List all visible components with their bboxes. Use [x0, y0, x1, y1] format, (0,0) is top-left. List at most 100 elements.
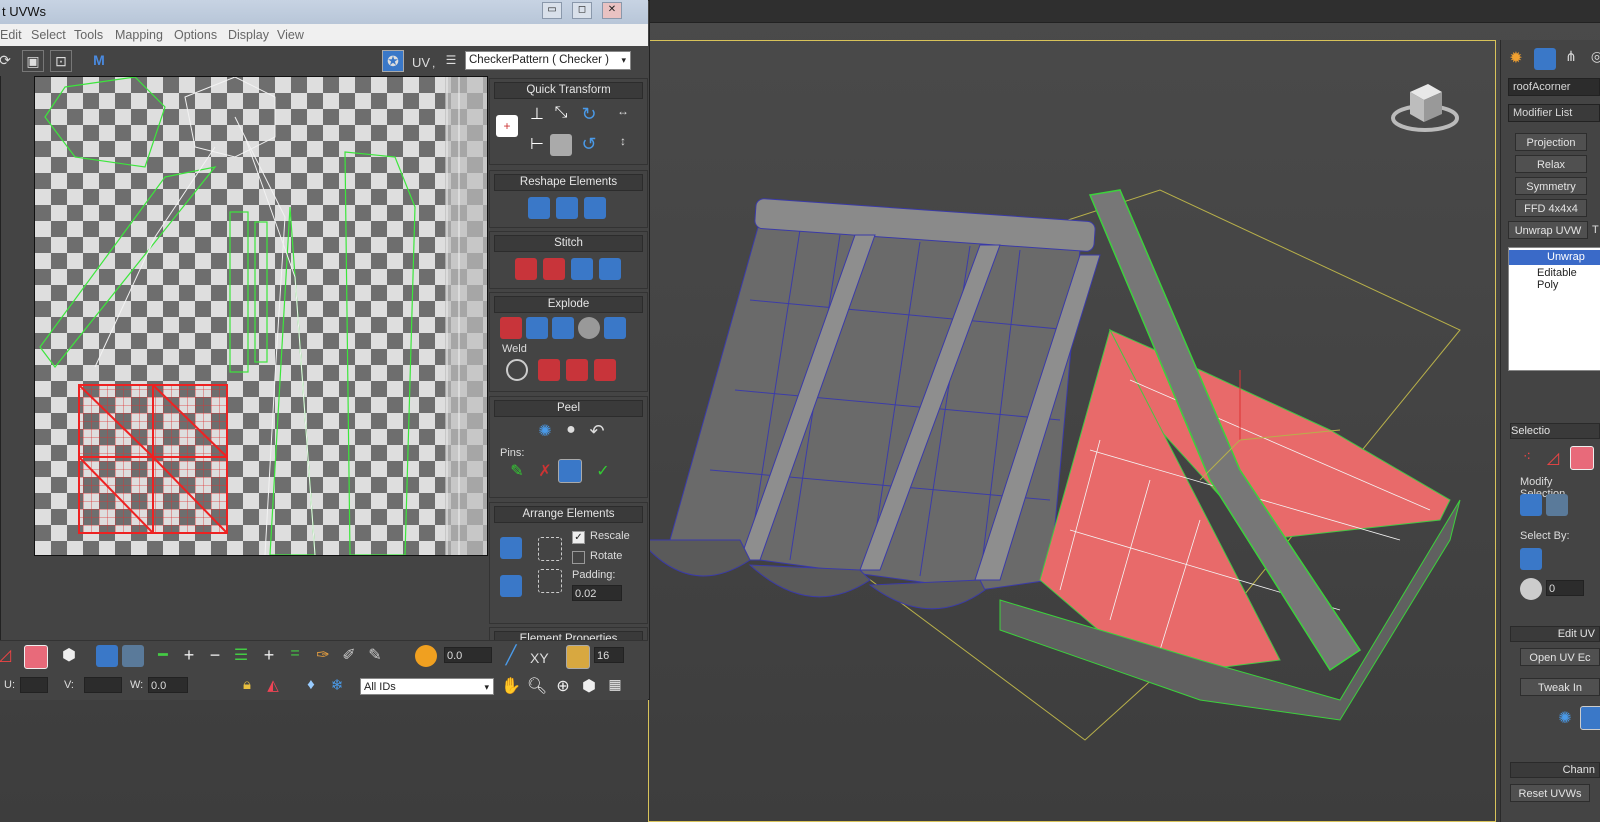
- rotate-ccw-icon[interactable]: ↻: [578, 104, 600, 126]
- create-tab-icon[interactable]: ✹: [1505, 48, 1527, 70]
- menu-select[interactable]: Select: [31, 28, 66, 42]
- quick-peel-icon[interactable]: ✺: [534, 421, 556, 443]
- pin-icon[interactable]: ✎: [506, 461, 528, 483]
- hierarchy-tab-icon[interactable]: ⋔: [1560, 48, 1582, 70]
- menu-display[interactable]: Display: [228, 28, 269, 42]
- hide-icon[interactable]: ◭: [262, 676, 284, 698]
- reset-uvws-button[interactable]: Reset UVWs: [1510, 784, 1590, 802]
- modifier-stack[interactable]: Unwrap UV Editable Poly: [1508, 247, 1600, 371]
- select-by-spinner[interactable]: 0: [1546, 580, 1584, 596]
- w-spinner[interactable]: 0.0: [148, 677, 188, 693]
- grid-spinner[interactable]: 16: [594, 647, 624, 663]
- quick-map-icon[interactable]: [1580, 706, 1600, 730]
- enlarge-brush-icon[interactable]: ✐: [338, 645, 360, 667]
- explode-header[interactable]: Explode: [494, 296, 643, 313]
- ignore-backfacing-icon[interactable]: [1520, 578, 1542, 600]
- padding-spinner[interactable]: 0.02: [572, 585, 622, 601]
- weld-threshold-icon[interactable]: [506, 359, 528, 381]
- viewcube-icon[interactable]: [1390, 70, 1460, 140]
- projection-button[interactable]: Projection: [1515, 133, 1587, 151]
- explode-to-elements-icon[interactable]: [604, 317, 626, 339]
- select-pins-icon[interactable]: ✓: [592, 461, 614, 483]
- browse-maps-icon[interactable]: ☰: [442, 51, 460, 69]
- arrange-header[interactable]: Arrange Elements: [494, 506, 643, 523]
- shrink-selection-icon[interactable]: [122, 645, 144, 667]
- relax-button[interactable]: Relax: [1515, 155, 1587, 173]
- close-button[interactable]: ✕: [602, 2, 622, 19]
- stitch-average-icon[interactable]: [571, 258, 593, 280]
- straighten-icon[interactable]: [550, 134, 572, 156]
- uv-edit-canvas[interactable]: [34, 76, 488, 556]
- pan-icon[interactable]: ✋: [500, 676, 522, 698]
- pivot-icon[interactable]: +: [496, 115, 518, 137]
- shrink-ring-icon[interactable]: =: [284, 645, 306, 667]
- texture-map-select[interactable]: CheckerPattern ( Checker ) ▾: [465, 51, 631, 70]
- pack-normalize-icon[interactable]: [500, 575, 522, 597]
- roof-model-3d[interactable]: [640, 180, 1500, 780]
- modify-tab-icon[interactable]: [1534, 48, 1556, 70]
- quick-planar-icon[interactable]: ✺: [1554, 708, 1576, 730]
- restore-button[interactable]: ◻: [572, 2, 592, 19]
- grow-loop-icon[interactable]: +: [178, 645, 200, 667]
- zoom-region-icon[interactable]: ⊕: [552, 676, 574, 698]
- shrink-icon[interactable]: [1546, 494, 1568, 516]
- relax-until-flat-icon[interactable]: [584, 197, 606, 219]
- grow-icon[interactable]: [1520, 494, 1542, 516]
- break-icon[interactable]: [500, 317, 522, 339]
- u-spinner[interactable]: [20, 677, 48, 693]
- weld-selected-icon[interactable]: [538, 359, 560, 381]
- face-mode-icon[interactable]: [1570, 446, 1594, 470]
- grow-ring-icon[interactable]: +: [258, 645, 280, 667]
- soft-selection-icon[interactable]: [415, 645, 437, 667]
- editor-title-bar[interactable]: t UVWs ▭ ◻ ✕: [0, 0, 648, 24]
- pack-separate-icon[interactable]: [538, 569, 562, 593]
- falloff-type-icon[interactable]: ╱: [500, 645, 522, 667]
- freeze-icon[interactable]: ❄: [326, 676, 348, 698]
- paint-select-icon[interactable]: ✑: [312, 645, 334, 667]
- stitch-header[interactable]: Stitch: [494, 235, 643, 252]
- peel-header[interactable]: Peel: [494, 400, 643, 417]
- menu-options[interactable]: Options: [174, 28, 217, 42]
- channel-rollout-header[interactable]: Chann: [1510, 762, 1600, 778]
- modifier-list-select[interactable]: Modifier List: [1508, 104, 1600, 122]
- shrink-loop-icon[interactable]: −: [204, 645, 226, 667]
- vertex-mode-icon[interactable]: ⁖: [1516, 448, 1538, 470]
- snap-icon[interactable]: [566, 645, 590, 669]
- stitch-target-icon[interactable]: [599, 258, 621, 280]
- rotate-checkbox[interactable]: [572, 551, 585, 564]
- uv-mapping-icon[interactable]: ✪: [382, 50, 404, 72]
- ring-icon[interactable]: ☰: [230, 645, 252, 667]
- zoom-extents-icon[interactable]: ⬢: [578, 676, 600, 698]
- falloff-spinner[interactable]: 0.0: [444, 647, 492, 663]
- material-id-select[interactable]: All IDs ▾: [360, 678, 494, 695]
- minimize-button[interactable]: ▭: [542, 2, 562, 19]
- select-by-element-icon[interactable]: [1520, 548, 1542, 570]
- peel-mode-icon[interactable]: ●: [560, 421, 582, 443]
- symmetry-button[interactable]: Symmetry: [1515, 177, 1587, 195]
- pack-custom-icon[interactable]: [500, 537, 522, 559]
- mirror-icon[interactable]: M: [88, 50, 110, 72]
- menu-mapping[interactable]: Mapping: [115, 28, 163, 42]
- straighten-selection-icon[interactable]: [528, 197, 550, 219]
- ffd-button[interactable]: FFD 4x4x4: [1515, 199, 1587, 217]
- align-icon[interactable]: ⊥: [526, 104, 548, 126]
- align-vertical-icon[interactable]: ⊢: [526, 134, 548, 156]
- freeform-icon[interactable]: ⊡: [50, 50, 72, 72]
- align-diagonal-icon[interactable]: ⤡: [550, 104, 572, 126]
- space-horizontal-icon[interactable]: ↔: [612, 104, 634, 126]
- tweak-in-view-button[interactable]: Tweak In: [1520, 678, 1600, 696]
- weld-all-icon[interactable]: [594, 359, 616, 381]
- stack-item-unwrap[interactable]: Unwrap UV: [1509, 250, 1600, 278]
- reshape-header[interactable]: Reshape Elements: [494, 174, 643, 191]
- unwrap-uvw-button[interactable]: Unwrap UVW: [1508, 221, 1588, 239]
- edge-mode-icon[interactable]: ◿: [1542, 448, 1564, 470]
- relax-icon[interactable]: [556, 197, 578, 219]
- stitch-source-icon[interactable]: [543, 258, 565, 280]
- stack-item-editable-poly[interactable]: Editable Poly: [1513, 267, 1600, 291]
- face-select-icon[interactable]: [24, 645, 48, 669]
- edit-uv-rollout-header[interactable]: Edit UV: [1510, 626, 1600, 642]
- menu-edit[interactable]: Edit: [0, 28, 22, 42]
- unhide-icon[interactable]: ♦: [300, 676, 322, 698]
- rescale-checkbox[interactable]: ✓: [572, 531, 585, 544]
- stitch-custom-icon[interactable]: [515, 258, 537, 280]
